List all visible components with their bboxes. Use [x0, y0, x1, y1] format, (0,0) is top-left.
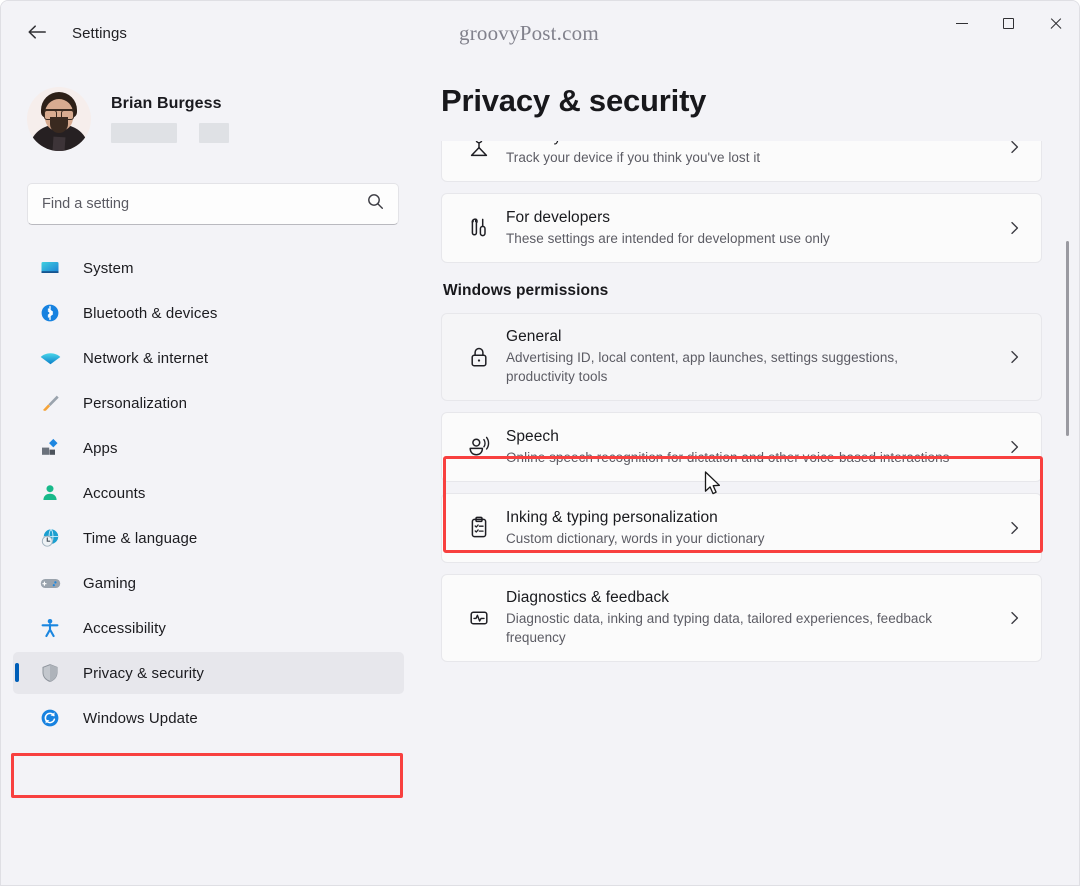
app-title: Settings	[72, 25, 127, 42]
sidebar-item-privacy-security[interactable]: Privacy & security	[13, 652, 404, 694]
sidebar-item-gaming[interactable]: Gaming	[13, 562, 404, 604]
card-subtitle: These settings are intended for developm…	[506, 230, 830, 246]
card-subtitle: Online speech recognition for dictation …	[506, 449, 950, 465]
sidebar-item-label: Personalization	[83, 394, 188, 412]
watermark: groovyPost.com	[459, 21, 599, 45]
window-controls	[938, 1, 1079, 46]
chevron-right-icon	[1005, 610, 1023, 626]
sidebar-item-time-language[interactable]: Time & language	[13, 517, 404, 559]
sidebar-item-label: Windows Update	[83, 709, 198, 727]
settings-window: Settings groovyPost.com Brian Burgess Fi…	[0, 0, 1080, 886]
chevron-right-icon	[1005, 139, 1023, 155]
clipboard-icon	[462, 515, 496, 541]
search-box[interactable]	[27, 183, 399, 225]
redacted-account-details	[111, 123, 229, 143]
sidebar-item-label: Time & language	[83, 529, 198, 547]
redacted-block-link	[199, 123, 229, 143]
minimize-button[interactable]	[938, 1, 985, 46]
sidebar-item-personalization[interactable]: Personalization	[13, 382, 404, 424]
card-for-developers[interactable]: For developers These settings are intend…	[441, 193, 1042, 263]
clock-globe-icon	[39, 527, 61, 549]
chevron-right-icon	[1005, 220, 1023, 236]
search-input[interactable]	[42, 196, 359, 212]
sidebar-item-windows-update[interactable]: Windows Update	[13, 697, 404, 739]
maximize-button[interactable]	[985, 1, 1032, 46]
sidebar-item-accessibility[interactable]: Accessibility	[13, 607, 404, 649]
card-diagnostics-feedback[interactable]: Diagnostics & feedback Diagnostic data, …	[441, 574, 1042, 662]
content-scrollbar[interactable]	[1063, 123, 1073, 881]
sidebar-item-label: Accounts	[83, 484, 146, 502]
section-heading-windows-permissions: Windows permissions	[443, 282, 609, 299]
card-subtitle: Track your device if you think you've lo…	[506, 149, 761, 165]
back-button[interactable]	[19, 17, 55, 47]
close-icon	[1049, 17, 1063, 31]
update-icon	[39, 707, 61, 729]
sidebar-item-label: Accessibility	[83, 619, 166, 637]
card-title: Inking & typing personalization	[506, 508, 718, 526]
shield-icon	[39, 662, 61, 684]
settings-scroll-area[interactable]: Windows Security Antivirus, browser, fir…	[426, 61, 1079, 885]
wifi-icon	[39, 347, 61, 369]
sidebar-item-apps[interactable]: Apps	[13, 427, 404, 469]
sidebar-item-label: Network & internet	[83, 349, 209, 367]
card-title: General	[506, 328, 562, 345]
title-bar: Settings groovyPost.com	[1, 1, 1079, 61]
avatar	[27, 87, 91, 151]
sidebar-item-bluetooth-devices[interactable]: Bluetooth & devices	[13, 292, 404, 334]
sidebar-item-accounts[interactable]: Accounts	[13, 472, 404, 514]
sidebar-item-label: Bluetooth & devices	[83, 304, 218, 322]
sidebar-item-system[interactable]: System	[13, 247, 404, 289]
main-content: Windows Security Antivirus, browser, fir…	[426, 61, 1079, 885]
person-icon	[39, 482, 61, 504]
maximize-icon	[1003, 18, 1014, 29]
sidebar-item-label: Privacy & security	[83, 664, 204, 682]
redacted-block-email	[111, 123, 177, 143]
pulse-icon	[462, 605, 496, 631]
sidebar-item-label: Gaming	[83, 574, 137, 592]
account-block[interactable]: Brian Burgess	[27, 77, 426, 161]
card-general[interactable]: General Advertising ID, local content, a…	[441, 313, 1042, 401]
paintbrush-icon	[39, 392, 61, 414]
card-title: Diagnostics & feedback	[506, 589, 670, 606]
close-button[interactable]	[1032, 1, 1079, 46]
card-speech[interactable]: Speech Online speech recognition for dic…	[441, 412, 1042, 482]
bluetooth-icon	[39, 302, 61, 324]
account-name: Brian Burgess	[111, 95, 222, 112]
sidebar-nav: System Bluetooth & devices Network & int…	[1, 247, 426, 739]
accessibility-icon	[39, 617, 61, 639]
card-subtitle: Diagnostic data, inking and typing data,…	[506, 611, 933, 645]
gamepad-icon	[39, 572, 61, 594]
page-title: Privacy & security	[441, 83, 707, 118]
apps-icon	[39, 437, 61, 459]
speech-icon	[462, 434, 496, 460]
chevron-right-icon	[1005, 349, 1023, 365]
search-icon	[367, 193, 384, 215]
chevron-right-icon	[1005, 439, 1023, 455]
card-subtitle: Custom dictionary, words in your diction…	[506, 530, 765, 546]
monitor-icon	[39, 257, 61, 279]
back-arrow-icon	[28, 25, 46, 39]
sidebar-item-network-internet[interactable]: Network & internet	[13, 337, 404, 379]
card-title: Speech	[506, 427, 559, 445]
sidebar: Brian Burgess Find a setting System Blue…	[1, 61, 426, 885]
minimize-icon	[955, 23, 968, 24]
card-inking-typing-personalization[interactable]: Inking & typing personalization Custom d…	[441, 493, 1042, 563]
sidebar-item-label: Apps	[83, 439, 118, 457]
card-subtitle: Advertising ID, local content, app launc…	[506, 350, 899, 384]
card-title: For developers	[506, 208, 611, 226]
developer-tools-icon	[462, 215, 496, 241]
chevron-right-icon	[1005, 520, 1023, 536]
lock-icon	[462, 344, 496, 370]
sidebar-item-label: System	[83, 259, 134, 277]
scrollbar-thumb[interactable]	[1066, 241, 1069, 436]
